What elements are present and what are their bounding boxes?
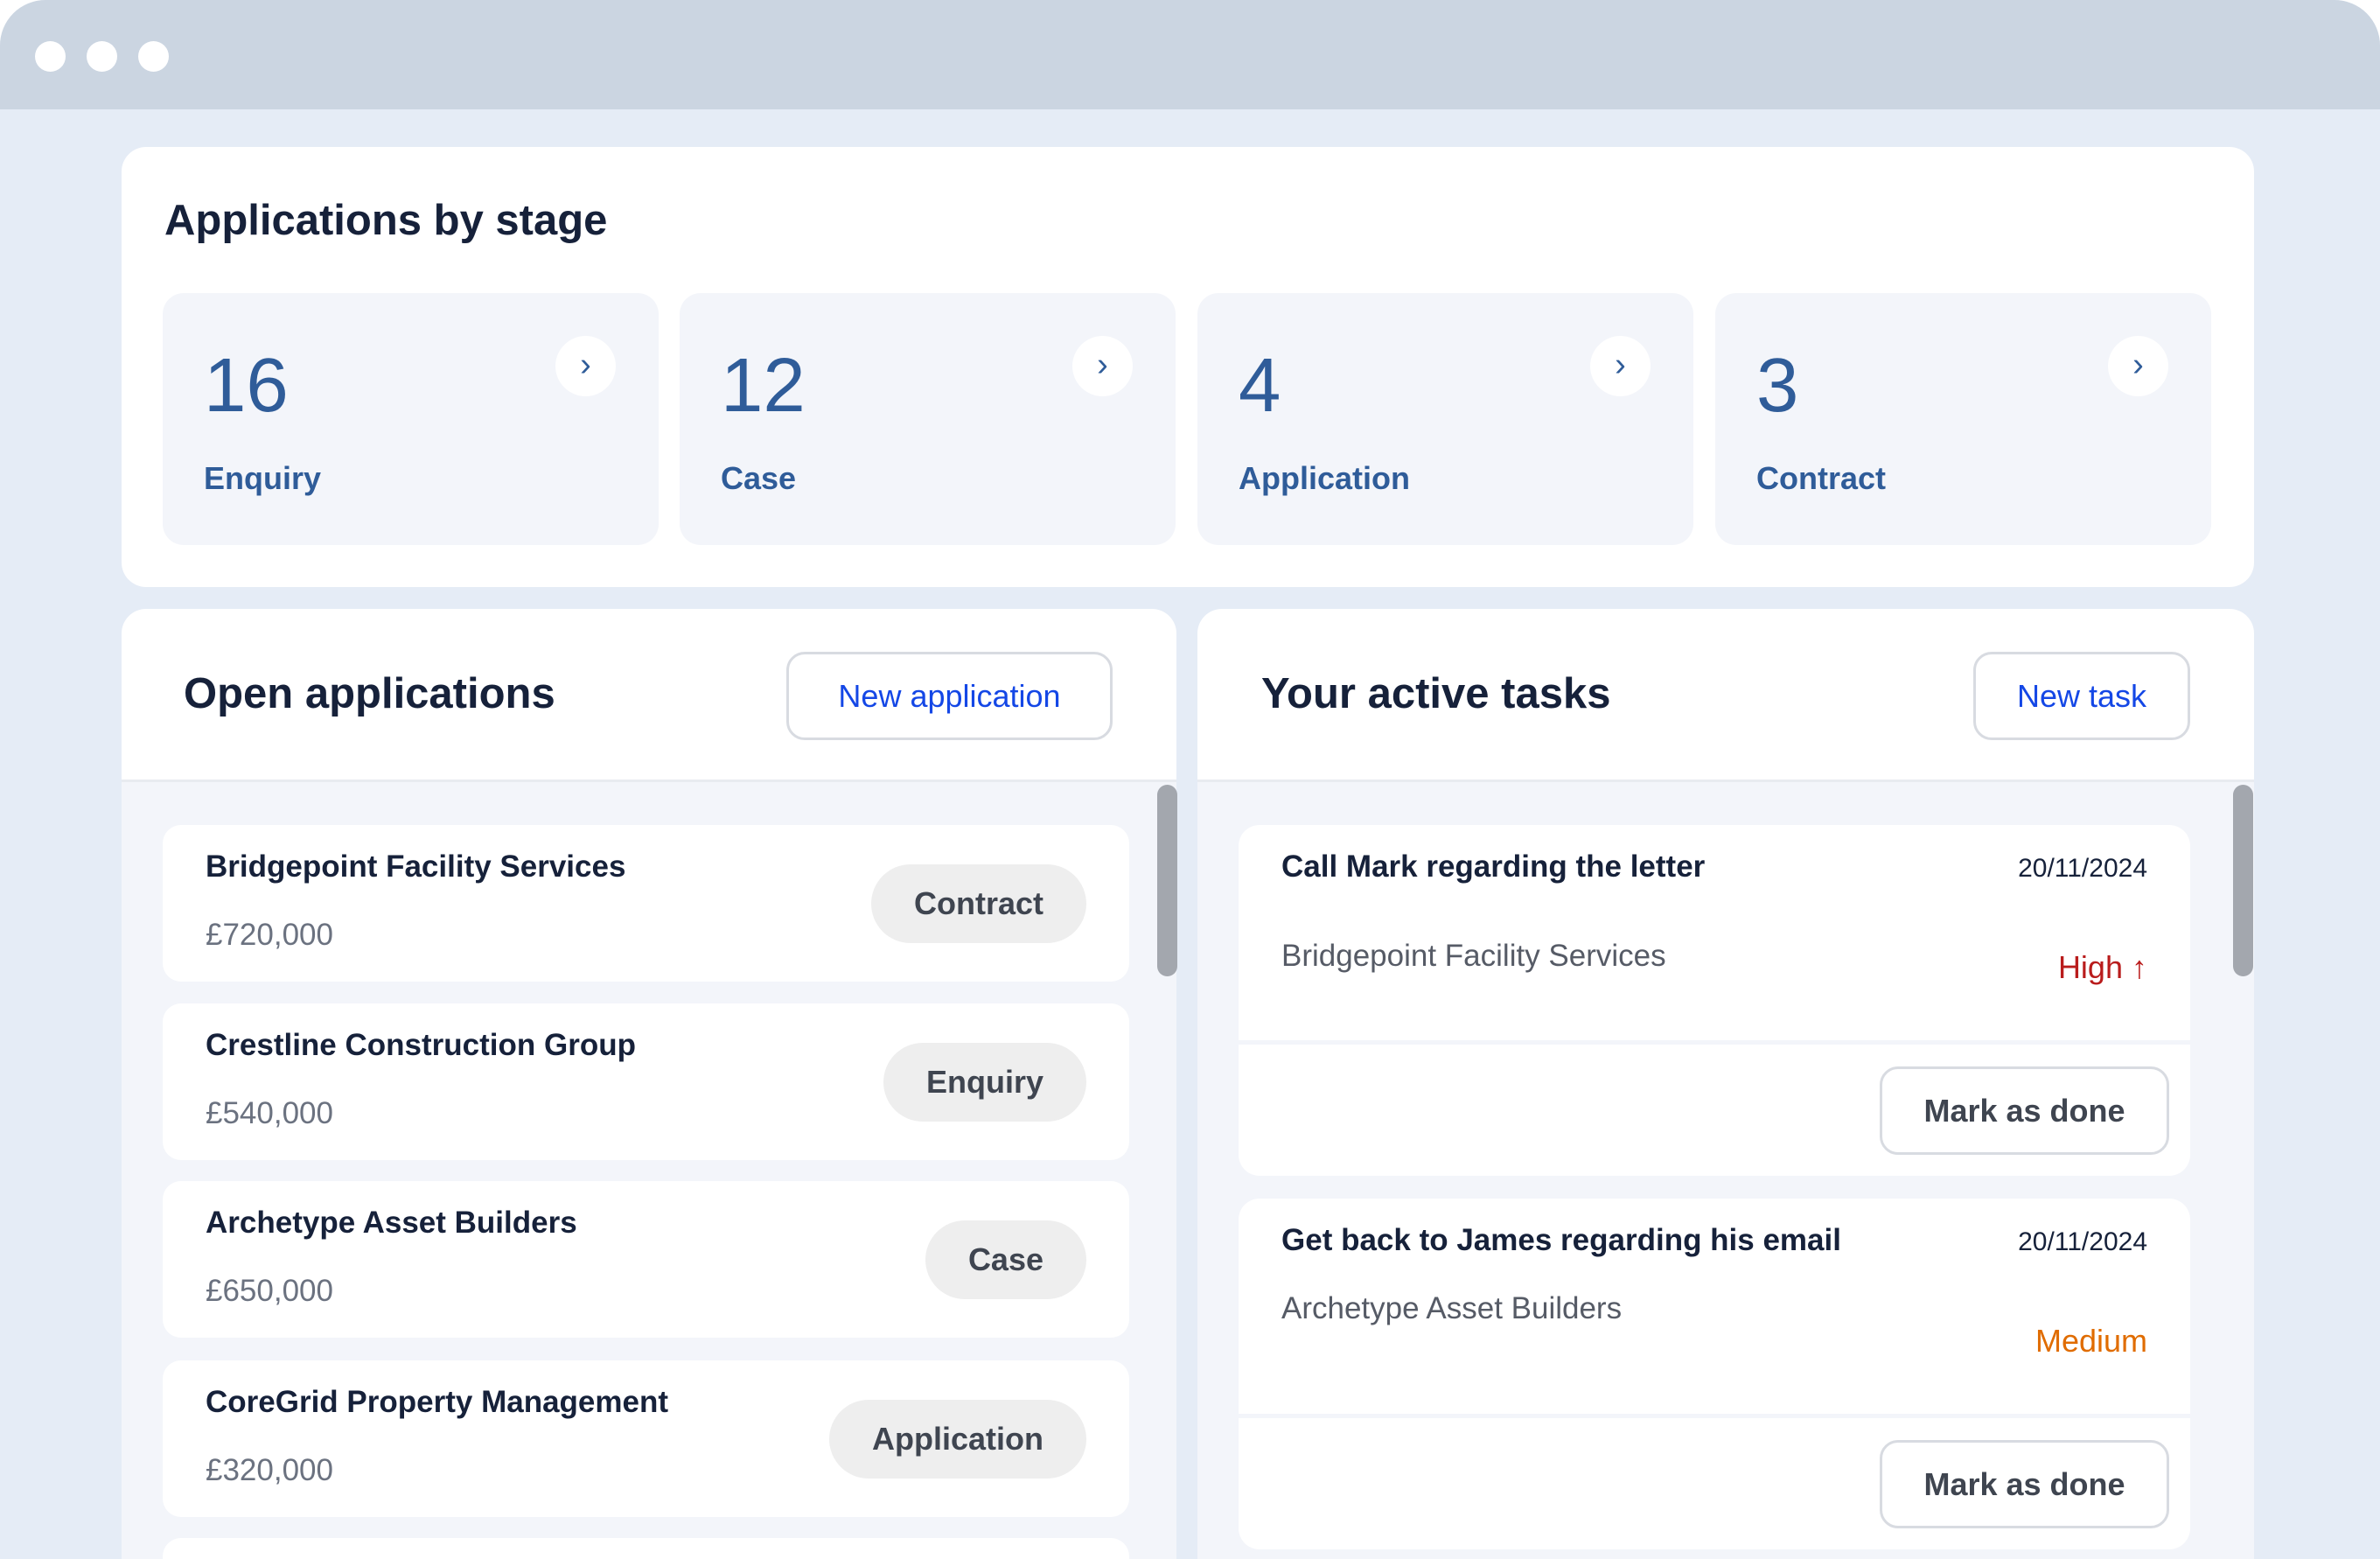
stage-badge: Case (925, 1220, 1086, 1299)
priority-label: High (2057, 949, 2123, 985)
list-item[interactable] (163, 1538, 1129, 1559)
app-name: Bridgepoint Facility Services (206, 849, 626, 884)
app-name: Crestline Construction Group (206, 1028, 636, 1062)
window-dot (138, 41, 169, 72)
stage-count: 3 (1756, 343, 1799, 428)
panel-header: Open applications New application (122, 609, 1176, 782)
chevron-right-icon[interactable]: › (555, 336, 616, 396)
stage-label: Case (721, 460, 797, 496)
chevron-right-icon[interactable]: › (1072, 336, 1133, 396)
title-bar (0, 0, 2380, 109)
stage-label: Contract (1756, 460, 1887, 496)
app-amount: £540,000 (206, 1096, 333, 1130)
divider (1239, 1040, 2190, 1045)
app-amount: £320,000 (206, 1453, 333, 1487)
window-dot (87, 41, 117, 72)
stages-title: Applications by stage (164, 197, 608, 244)
panel-header: Your active tasks New task (1197, 609, 2254, 782)
active-tasks-panel: Your active tasks New task Call Mark reg… (1197, 609, 2254, 1559)
task-date: 20/11/2024 (2018, 1227, 2147, 1256)
stage-card-application[interactable]: 4 Application › (1197, 293, 1693, 545)
arrow-up-icon: ↑ (2132, 949, 2147, 985)
chevron-right-icon[interactable]: › (2108, 336, 2168, 396)
stage-label: Application (1239, 460, 1410, 496)
stage-card-contract[interactable]: 3 Contract › (1715, 293, 2211, 545)
stage-card-case[interactable]: 12 Case › (680, 293, 1176, 545)
applications-list: Bridgepoint Facility Services £720,000 Con… (122, 782, 1177, 1559)
panel-title: Your active tasks (1261, 670, 1611, 717)
new-task-button[interactable]: New task (1973, 652, 2190, 740)
scrollbar-thumb[interactable] (2233, 785, 2253, 976)
new-application-button[interactable]: New application (786, 652, 1113, 740)
stage-card-enquiry[interactable]: 16 Enquiry › (163, 293, 659, 545)
panel-title: Open applications (184, 670, 555, 717)
mark-as-done-button[interactable]: Mark as done (1880, 1440, 2169, 1528)
task-company: Bridgepoint Facility Services (1281, 939, 1666, 973)
browser-window: Applications by stage 16 Enquiry › 12 Case ›… (0, 0, 2380, 1559)
stage-count: 16 (204, 343, 289, 428)
task-date: 20/11/2024 (2018, 854, 2147, 883)
open-applications-panel: Open applications New application Bridge… (122, 609, 1177, 1559)
list-item[interactable]: Crestline Construction Group £540,000 Enqu… (163, 1003, 1129, 1160)
priority-medium: Medium (2035, 1323, 2147, 1359)
stage-badge: Contract (870, 864, 1086, 943)
task-title: Get back to James regarding his email (1281, 1223, 1841, 1257)
mark-as-done-button[interactable]: Mark as done (1880, 1066, 2169, 1155)
scrollbar-thumb[interactable] (1157, 785, 1177, 976)
app-name: Archetype Asset Builders (206, 1206, 577, 1240)
task-title: Call Mark regarding the letter (1281, 849, 1706, 884)
priority-high: High ↑ (2058, 949, 2147, 986)
app-amount: £720,000 (206, 918, 333, 952)
task-card: Call Mark regarding the letter 20/11/202… (1239, 825, 2190, 1176)
task-company: Archetype Asset Builders (1281, 1291, 1623, 1325)
tasks-list: Call Mark regarding the letter 20/11/202… (1197, 782, 2254, 1559)
window-dot (35, 41, 66, 72)
list-item[interactable]: CoreGrid Property Management £320,000 Appl… (163, 1360, 1129, 1517)
stage-badge: Application (829, 1400, 1086, 1479)
app-name: CoreGrid Property Management (206, 1385, 668, 1419)
task-card: Get back to James regarding his email 20… (1239, 1199, 2190, 1549)
stage-label: Enquiry (204, 460, 322, 496)
list-item[interactable]: Bridgepoint Facility Services £720,000 Con… (163, 825, 1129, 982)
chevron-right-icon[interactable]: › (1590, 336, 1651, 396)
divider (1239, 1414, 2190, 1418)
stage-count: 4 (1239, 343, 1281, 428)
stage-badge: Enquiry (883, 1043, 1086, 1122)
stage-count: 12 (721, 343, 806, 428)
app-amount: £650,000 (206, 1274, 333, 1308)
list-item[interactable]: Archetype Asset Builders £650,000 Case (163, 1181, 1129, 1338)
